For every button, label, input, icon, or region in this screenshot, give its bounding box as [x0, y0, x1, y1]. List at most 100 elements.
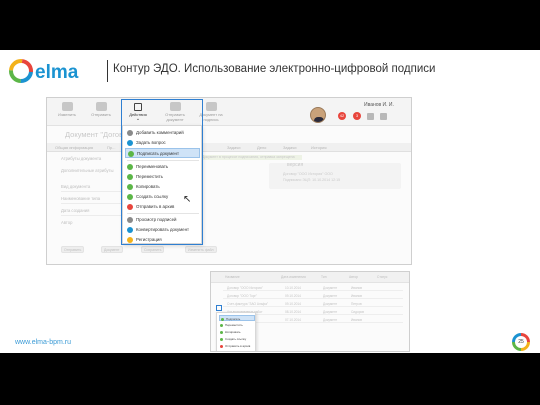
context-menu: Подписать Переместить Копировать Создать сс…: [216, 312, 256, 353]
page-number-badge: 25: [512, 333, 530, 351]
version-title: версия: [287, 162, 304, 168]
column-header[interactable]: Автор: [349, 275, 358, 279]
bottom-change-file-button[interactable]: Изменить файл: [185, 246, 217, 253]
table-cell: 08.10.2014: [285, 310, 301, 314]
row-checkbox[interactable]: [216, 305, 222, 311]
divider: [61, 191, 123, 192]
elma-logo: elma: [9, 59, 79, 83]
table-cell: Счет-фактура "ЗАО Альфа": [227, 302, 269, 306]
menu-dot-icon: [220, 323, 223, 327]
table-cell: Иванов: [351, 318, 362, 322]
site-link[interactable]: www.elma-bpm.ru: [15, 339, 71, 346]
tab-case[interactable]: Дело: [257, 145, 266, 150]
bottom-send-button[interactable]: Отправить: [61, 246, 85, 253]
main-screenshot: Изменить Отправить Отправить документ До…: [46, 97, 412, 265]
context-menu-item[interactable]: Создать ссылку: [219, 336, 255, 342]
menu-dot-icon: [220, 352, 223, 353]
table-cell: 10.10.2014: [285, 286, 301, 290]
menu-dot-icon: [221, 317, 224, 321]
table-cell: Документ: [323, 294, 338, 298]
tab-tasks-2[interactable]: Задачи: [283, 145, 296, 150]
table-cell: Петров: [351, 302, 362, 306]
header-divider: [107, 60, 108, 82]
context-menu-item[interactable]: Отправить в архив: [219, 343, 255, 349]
column-header[interactable]: Статус: [377, 275, 387, 279]
context-menu-label: Создать ссылку: [225, 337, 247, 341]
bottom-document-button[interactable]: Документ: [101, 246, 123, 253]
field-type-name: Наименование типа: [61, 196, 101, 201]
column-header[interactable]: Дата изменения: [281, 275, 306, 279]
message-badge[interactable]: 3: [353, 112, 361, 120]
table-cell: Документ: [323, 302, 338, 306]
extra-attributes-section[interactable]: Дополнительные атрибуты: [61, 168, 113, 173]
table-cell: 09.10.2014: [285, 302, 301, 306]
context-menu-item[interactable]: Удалить: [219, 350, 255, 353]
edit-icon: [61, 102, 73, 111]
tab-tasks[interactable]: Задачи: [227, 145, 240, 150]
table-cell: Документ: [323, 318, 338, 322]
menu-dot-icon: [220, 344, 223, 348]
mouse-cursor-icon: ↖: [183, 194, 192, 205]
divider: [61, 215, 123, 216]
table-cell: Иванов: [351, 286, 362, 290]
bottom-save-button[interactable]: Сохранить: [141, 246, 165, 253]
document-tabs: Общая информация Пр... Задачи Дело Задач…: [47, 143, 411, 152]
toolbar-actions-button[interactable]: Действия ⌄: [123, 101, 153, 125]
svg-text:elma: elma: [35, 62, 79, 83]
attributes-section[interactable]: Атрибуты документа: [61, 156, 101, 161]
field-created: Дата создания: [61, 208, 90, 213]
bottom-letterbox: [0, 353, 540, 405]
send-icon: [95, 102, 107, 111]
list-header: Название Дата изменения Тип Автор Статус: [211, 272, 409, 283]
table-row[interactable]: Договор "ООО Торг" 09.10.2014 Документ И…: [223, 293, 403, 299]
table-cell: Документ: [323, 286, 338, 290]
signing-notice: Документ в процессе подписания, отправка…: [202, 155, 302, 160]
table-cell: Договор "ООО Торг": [227, 294, 257, 298]
table-cell: 07.10.2014: [285, 318, 301, 322]
top-letterbox: [0, 0, 540, 50]
menu-dot-icon: [220, 337, 223, 341]
page-title: Контур ЭДО. Использование электронно-циф…: [113, 63, 436, 75]
context-menu-item[interactable]: Переместить: [219, 322, 255, 328]
table-cell: Документ: [323, 310, 338, 314]
page-number: 25: [515, 336, 527, 348]
divider: [61, 203, 123, 204]
context-menu-item[interactable]: Копировать: [219, 329, 255, 335]
user-name: Иванов И. И.: [364, 102, 394, 108]
table-cell: Сидоров: [351, 310, 364, 314]
calendar-icon[interactable]: [367, 113, 374, 120]
settings-icon[interactable]: [380, 113, 387, 120]
table-cell: Договор "ООО История": [227, 286, 263, 290]
table-row[interactable]: Договор "ООО История" 10.10.2014 Докумен…: [223, 285, 403, 291]
slide: elma Контур ЭДО. Использование электронн…: [0, 50, 540, 353]
column-header[interactable]: Название: [225, 275, 240, 279]
context-menu-label: Копировать: [225, 330, 241, 334]
secondary-screenshot: Название Дата изменения Тип Автор Статус…: [210, 271, 410, 352]
tab-history[interactable]: История: [311, 145, 327, 150]
table-cell: 09.10.2014: [285, 294, 301, 298]
version-line: Подписано ЭЦП: 10.10.2014 12:15: [283, 178, 341, 182]
context-menu-label: Удалить: [225, 351, 236, 352]
tab-pr[interactable]: Пр...: [107, 145, 115, 150]
chevron-down-icon: ⌄: [135, 116, 141, 122]
notification-badge[interactable]: 42: [338, 112, 346, 120]
version-line: Договор "ООО История" ООО: [283, 172, 333, 176]
tab-general[interactable]: Общая информация: [55, 145, 93, 150]
context-menu-label: Подписать: [226, 317, 241, 321]
toolbar-send-button[interactable]: Отправить: [85, 101, 117, 123]
context-menu-label: Переместить: [225, 323, 243, 327]
sign-icon: [205, 102, 217, 111]
table-cell: Иванов: [351, 294, 362, 298]
context-menu-label: Отправить в архив: [225, 344, 251, 348]
menu-dot-icon: [220, 330, 223, 334]
actions-highlight-frame: Действия ⌄: [121, 99, 203, 245]
table-row[interactable]: Счет-фактура "ЗАО Альфа" 09.10.2014 Доку…: [223, 301, 403, 307]
column-header[interactable]: Тип: [321, 275, 327, 279]
field-doc-type: Вид документа: [61, 184, 91, 189]
bottom-actions: Отправить Документ Сохранить Изменить фа…: [61, 246, 401, 254]
toolbar-edit-button[interactable]: Изменить: [51, 101, 83, 123]
field-author: Автор: [61, 220, 73, 225]
avatar[interactable]: [310, 107, 326, 123]
context-menu-item[interactable]: Подписать: [219, 315, 255, 321]
checkbox-icon: [134, 103, 142, 111]
